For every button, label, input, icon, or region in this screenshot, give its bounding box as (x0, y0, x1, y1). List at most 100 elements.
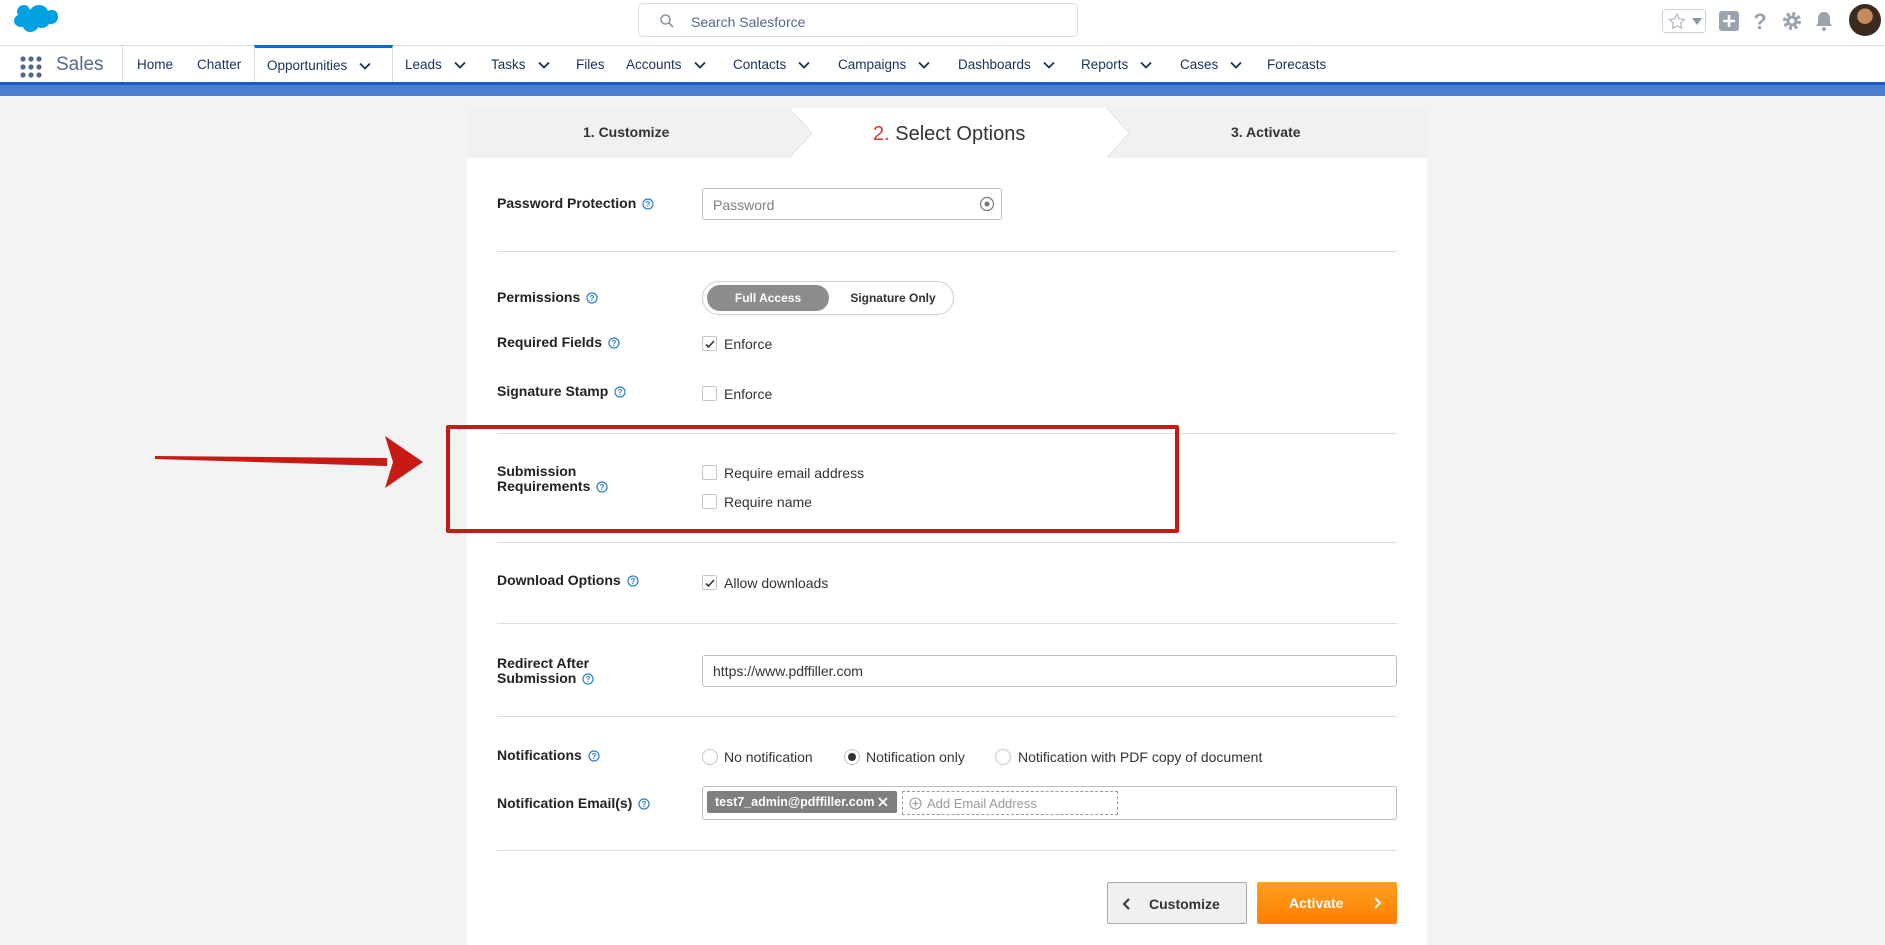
chevron-down-icon[interactable] (1230, 59, 1242, 71)
checkmark-icon (705, 579, 715, 588)
chevron-down-icon[interactable] (693, 59, 706, 71)
nav-item-contacts[interactable]: Contacts (733, 46, 810, 83)
section-divider (497, 716, 1397, 717)
required-fields-option: Enforce (724, 336, 773, 352)
notification-only-radio[interactable] (844, 749, 860, 765)
annotation-highlight-box (446, 425, 1179, 533)
help-icon[interactable]: ? (642, 198, 654, 210)
nav-item-cases[interactable]: Cases (1180, 46, 1242, 83)
section-divider (497, 623, 1397, 624)
password-placeholder: Password (713, 197, 775, 213)
section-divider (497, 251, 1397, 252)
chevron-down-icon[interactable] (359, 60, 371, 72)
signature-stamp-label: Signature Stamp? (497, 384, 626, 399)
chevron-down-icon[interactable] (1140, 59, 1152, 71)
bell-icon[interactable] (1812, 9, 1836, 33)
signature-only-option[interactable]: Signature Only (843, 285, 943, 311)
signature-stamp-checkbox[interactable] (702, 386, 717, 401)
notification-only-option: Notification only (866, 749, 965, 765)
allow-downloads-checkbox[interactable] (702, 575, 717, 590)
no-notification-radio[interactable] (702, 749, 718, 765)
nav-item-chatter[interactable]: Chatter (197, 46, 241, 83)
nav-item-campaigns[interactable]: Campaigns (838, 46, 930, 83)
eye-icon[interactable] (979, 196, 995, 212)
activate-button-label: Activate (1289, 895, 1344, 911)
global-actions-icon[interactable] (1717, 9, 1741, 33)
nav-item-leads[interactable]: Leads (405, 46, 466, 83)
notification-pdf-option: Notification with PDF copy of document (1018, 749, 1263, 765)
redirect-label: Redirect After Submission? (497, 656, 594, 686)
nav-item-tasks[interactable]: Tasks (491, 46, 550, 83)
nav-item-home[interactable]: Home (137, 46, 173, 83)
nav-item-dashboards[interactable]: Dashboards (958, 46, 1055, 83)
chevron-left-icon (1122, 898, 1130, 910)
svg-text:?: ? (646, 200, 651, 209)
step-select-options-label: Select Options (895, 123, 1026, 145)
app-navigation: Sales Home Chatter Opportunities Leads T… (0, 45, 1885, 84)
svg-text:?: ? (618, 388, 623, 397)
customize-button-label: Customize (1149, 896, 1220, 912)
chevron-down-icon[interactable] (454, 59, 466, 71)
checkmark-icon (705, 340, 715, 349)
notification-pdf-radio[interactable] (995, 749, 1011, 765)
help-icon[interactable]: ? (608, 337, 620, 349)
customize-button[interactable]: Customize (1107, 882, 1247, 924)
global-search[interactable]: Search Salesforce (638, 3, 1078, 37)
nav-item-forecasts[interactable]: Forecasts (1267, 46, 1326, 83)
chevron-down-icon[interactable] (918, 59, 930, 71)
nav-accent-bar (0, 82, 1885, 96)
search-placeholder: Search Salesforce (691, 14, 806, 30)
no-notification-option: No notification (724, 749, 813, 765)
permissions-toggle[interactable]: Full Access Signature Only (702, 281, 954, 315)
section-divider (497, 542, 1397, 543)
help-icon[interactable]: ? (588, 750, 600, 762)
password-protection-label: Password Protection? (497, 196, 654, 211)
svg-text:?: ? (630, 577, 635, 586)
password-input[interactable]: Password (702, 188, 1002, 220)
svg-text:?: ? (612, 339, 617, 348)
salesforce-logo[interactable] (10, 4, 58, 38)
add-email-placeholder: Add Email Address (927, 796, 1037, 811)
app-launcher-icon[interactable] (20, 56, 42, 78)
svg-text:?: ? (1753, 9, 1766, 33)
allow-downloads-option: Allow downloads (724, 575, 829, 591)
step-customize[interactable]: 1. Customize (583, 124, 669, 140)
help-icon[interactable]: ? (614, 386, 626, 398)
annotation-arrow-icon (155, 436, 423, 488)
signature-stamp-option: Enforce (724, 386, 773, 402)
help-icon[interactable]: ? (586, 292, 598, 304)
add-email-input[interactable]: Add Email Address (902, 791, 1118, 815)
nav-item-accounts[interactable]: Accounts (626, 46, 706, 83)
svg-text:?: ? (590, 294, 595, 303)
favorites-button[interactable] (1662, 9, 1706, 33)
nav-item-files[interactable]: Files (576, 46, 605, 83)
nav-item-reports[interactable]: Reports (1081, 46, 1152, 83)
redirect-url-input[interactable]: https://www.pdffiller.com (702, 655, 1397, 687)
help-icon[interactable]: ? (638, 798, 650, 810)
plus-circle-icon (909, 797, 922, 810)
required-fields-label: Required Fields? (497, 335, 620, 350)
chevron-down-icon[interactable] (537, 59, 550, 71)
chevron-down-icon[interactable] (798, 59, 810, 71)
help-icon[interactable]: ? (627, 575, 639, 587)
email-tag: test7_admin@pdffiller.com (707, 791, 897, 813)
required-fields-checkbox[interactable] (702, 336, 717, 351)
section-divider (497, 850, 1397, 851)
help-icon[interactable]: ? (582, 673, 594, 685)
chevron-down-icon[interactable] (1043, 59, 1055, 71)
user-avatar[interactable] (1849, 4, 1881, 36)
nav-item-opportunities[interactable]: Opportunities (254, 45, 393, 83)
gear-icon[interactable] (1780, 9, 1804, 33)
close-icon[interactable] (877, 796, 889, 808)
notification-emails-label: Notification Email(s)? (497, 796, 650, 811)
redirect-url-value: https://www.pdffiller.com (713, 663, 863, 679)
help-icon[interactable]: ? (1748, 9, 1772, 33)
global-header: Search Salesforce ? (0, 0, 1885, 45)
svg-text:?: ? (642, 800, 647, 809)
email-tag-text: test7_admin@pdffiller.com (715, 795, 875, 809)
chevron-right-icon (1374, 897, 1382, 909)
step-activate[interactable]: 3. Activate (1231, 124, 1301, 140)
full-access-option[interactable]: Full Access (707, 285, 829, 311)
caret-down-icon (1692, 18, 1702, 25)
activate-button[interactable]: Activate (1257, 882, 1397, 924)
